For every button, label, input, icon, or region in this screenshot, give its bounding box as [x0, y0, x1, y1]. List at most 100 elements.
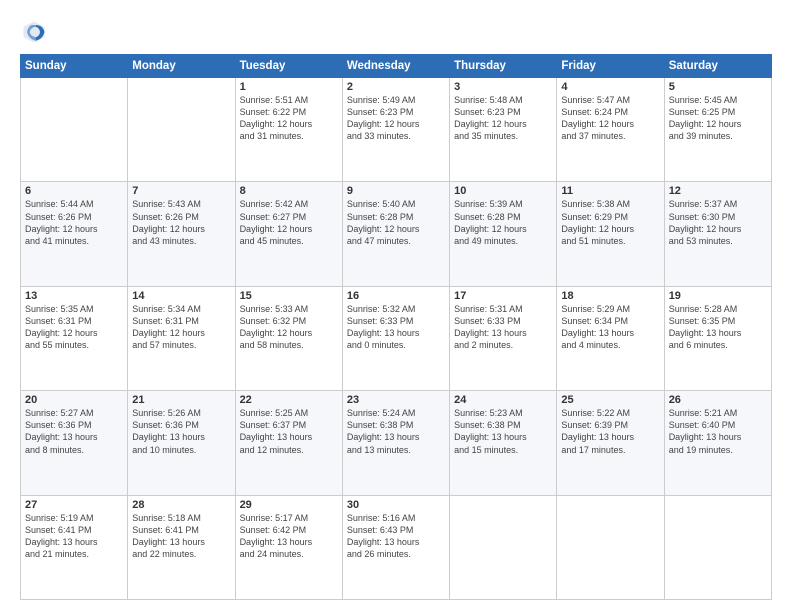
calendar-cell: 6Sunrise: 5:44 AM Sunset: 6:26 PM Daylig… [21, 182, 128, 286]
cell-info-text: Sunrise: 5:49 AM Sunset: 6:23 PM Dayligh… [347, 94, 445, 143]
calendar-header-tuesday: Tuesday [235, 55, 342, 78]
calendar-cell: 15Sunrise: 5:33 AM Sunset: 6:32 PM Dayli… [235, 286, 342, 390]
cell-info-text: Sunrise: 5:47 AM Sunset: 6:24 PM Dayligh… [561, 94, 659, 143]
cell-info-text: Sunrise: 5:38 AM Sunset: 6:29 PM Dayligh… [561, 198, 659, 247]
calendar-cell: 16Sunrise: 5:32 AM Sunset: 6:33 PM Dayli… [342, 286, 449, 390]
calendar-cell [21, 78, 128, 182]
cell-info-text: Sunrise: 5:51 AM Sunset: 6:22 PM Dayligh… [240, 94, 338, 143]
logo [20, 18, 52, 46]
cell-day-number: 23 [347, 394, 445, 406]
cell-info-text: Sunrise: 5:43 AM Sunset: 6:26 PM Dayligh… [132, 198, 230, 247]
cell-info-text: Sunrise: 5:40 AM Sunset: 6:28 PM Dayligh… [347, 198, 445, 247]
header [20, 18, 772, 46]
calendar-header-row: SundayMondayTuesdayWednesdayThursdayFrid… [21, 55, 772, 78]
calendar-cell: 2Sunrise: 5:49 AM Sunset: 6:23 PM Daylig… [342, 78, 449, 182]
cell-info-text: Sunrise: 5:23 AM Sunset: 6:38 PM Dayligh… [454, 407, 552, 456]
cell-day-number: 21 [132, 394, 230, 406]
cell-day-number: 8 [240, 185, 338, 197]
calendar-cell: 30Sunrise: 5:16 AM Sunset: 6:43 PM Dayli… [342, 495, 449, 599]
cell-info-text: Sunrise: 5:33 AM Sunset: 6:32 PM Dayligh… [240, 303, 338, 352]
cell-info-text: Sunrise: 5:25 AM Sunset: 6:37 PM Dayligh… [240, 407, 338, 456]
calendar-cell: 8Sunrise: 5:42 AM Sunset: 6:27 PM Daylig… [235, 182, 342, 286]
calendar-cell [128, 78, 235, 182]
cell-day-number: 27 [25, 499, 123, 511]
cell-info-text: Sunrise: 5:27 AM Sunset: 6:36 PM Dayligh… [25, 407, 123, 456]
cell-day-number: 11 [561, 185, 659, 197]
calendar-cell: 11Sunrise: 5:38 AM Sunset: 6:29 PM Dayli… [557, 182, 664, 286]
calendar-cell: 14Sunrise: 5:34 AM Sunset: 6:31 PM Dayli… [128, 286, 235, 390]
calendar-cell: 18Sunrise: 5:29 AM Sunset: 6:34 PM Dayli… [557, 286, 664, 390]
calendar-cell: 25Sunrise: 5:22 AM Sunset: 6:39 PM Dayli… [557, 391, 664, 495]
calendar-cell: 28Sunrise: 5:18 AM Sunset: 6:41 PM Dayli… [128, 495, 235, 599]
calendar-cell: 3Sunrise: 5:48 AM Sunset: 6:23 PM Daylig… [450, 78, 557, 182]
calendar-cell: 5Sunrise: 5:45 AM Sunset: 6:25 PM Daylig… [664, 78, 771, 182]
calendar-header-sunday: Sunday [21, 55, 128, 78]
cell-day-number: 16 [347, 290, 445, 302]
calendar-cell: 29Sunrise: 5:17 AM Sunset: 6:42 PM Dayli… [235, 495, 342, 599]
cell-info-text: Sunrise: 5:35 AM Sunset: 6:31 PM Dayligh… [25, 303, 123, 352]
cell-info-text: Sunrise: 5:19 AM Sunset: 6:41 PM Dayligh… [25, 512, 123, 561]
cell-info-text: Sunrise: 5:18 AM Sunset: 6:41 PM Dayligh… [132, 512, 230, 561]
cell-day-number: 26 [669, 394, 767, 406]
calendar-cell: 13Sunrise: 5:35 AM Sunset: 6:31 PM Dayli… [21, 286, 128, 390]
cell-info-text: Sunrise: 5:32 AM Sunset: 6:33 PM Dayligh… [347, 303, 445, 352]
calendar-cell: 20Sunrise: 5:27 AM Sunset: 6:36 PM Dayli… [21, 391, 128, 495]
cell-info-text: Sunrise: 5:29 AM Sunset: 6:34 PM Dayligh… [561, 303, 659, 352]
cell-day-number: 20 [25, 394, 123, 406]
calendar-cell [664, 495, 771, 599]
cell-info-text: Sunrise: 5:22 AM Sunset: 6:39 PM Dayligh… [561, 407, 659, 456]
generalblue-icon [20, 18, 48, 46]
calendar-header-thursday: Thursday [450, 55, 557, 78]
calendar-cell: 19Sunrise: 5:28 AM Sunset: 6:35 PM Dayli… [664, 286, 771, 390]
calendar-cell: 1Sunrise: 5:51 AM Sunset: 6:22 PM Daylig… [235, 78, 342, 182]
cell-day-number: 30 [347, 499, 445, 511]
cell-day-number: 12 [669, 185, 767, 197]
calendar-cell: 27Sunrise: 5:19 AM Sunset: 6:41 PM Dayli… [21, 495, 128, 599]
cell-info-text: Sunrise: 5:26 AM Sunset: 6:36 PM Dayligh… [132, 407, 230, 456]
calendar-cell: 12Sunrise: 5:37 AM Sunset: 6:30 PM Dayli… [664, 182, 771, 286]
cell-info-text: Sunrise: 5:16 AM Sunset: 6:43 PM Dayligh… [347, 512, 445, 561]
calendar-header-wednesday: Wednesday [342, 55, 449, 78]
cell-day-number: 29 [240, 499, 338, 511]
calendar-table: SundayMondayTuesdayWednesdayThursdayFrid… [20, 54, 772, 600]
cell-day-number: 3 [454, 81, 552, 93]
calendar-cell [557, 495, 664, 599]
calendar-week-1: 1Sunrise: 5:51 AM Sunset: 6:22 PM Daylig… [21, 78, 772, 182]
cell-info-text: Sunrise: 5:34 AM Sunset: 6:31 PM Dayligh… [132, 303, 230, 352]
calendar-cell: 4Sunrise: 5:47 AM Sunset: 6:24 PM Daylig… [557, 78, 664, 182]
cell-day-number: 28 [132, 499, 230, 511]
calendar-cell: 9Sunrise: 5:40 AM Sunset: 6:28 PM Daylig… [342, 182, 449, 286]
cell-info-text: Sunrise: 5:31 AM Sunset: 6:33 PM Dayligh… [454, 303, 552, 352]
calendar-cell: 7Sunrise: 5:43 AM Sunset: 6:26 PM Daylig… [128, 182, 235, 286]
calendar-header-friday: Friday [557, 55, 664, 78]
cell-day-number: 1 [240, 81, 338, 93]
cell-day-number: 15 [240, 290, 338, 302]
calendar-cell: 21Sunrise: 5:26 AM Sunset: 6:36 PM Dayli… [128, 391, 235, 495]
cell-day-number: 5 [669, 81, 767, 93]
cell-info-text: Sunrise: 5:48 AM Sunset: 6:23 PM Dayligh… [454, 94, 552, 143]
cell-info-text: Sunrise: 5:37 AM Sunset: 6:30 PM Dayligh… [669, 198, 767, 247]
cell-day-number: 25 [561, 394, 659, 406]
page: SundayMondayTuesdayWednesdayThursdayFrid… [0, 0, 792, 612]
calendar-cell: 22Sunrise: 5:25 AM Sunset: 6:37 PM Dayli… [235, 391, 342, 495]
cell-info-text: Sunrise: 5:21 AM Sunset: 6:40 PM Dayligh… [669, 407, 767, 456]
cell-day-number: 2 [347, 81, 445, 93]
cell-info-text: Sunrise: 5:17 AM Sunset: 6:42 PM Dayligh… [240, 512, 338, 561]
calendar-week-4: 20Sunrise: 5:27 AM Sunset: 6:36 PM Dayli… [21, 391, 772, 495]
cell-day-number: 17 [454, 290, 552, 302]
calendar-cell [450, 495, 557, 599]
cell-day-number: 6 [25, 185, 123, 197]
cell-day-number: 9 [347, 185, 445, 197]
cell-info-text: Sunrise: 5:39 AM Sunset: 6:28 PM Dayligh… [454, 198, 552, 247]
cell-info-text: Sunrise: 5:42 AM Sunset: 6:27 PM Dayligh… [240, 198, 338, 247]
calendar-week-2: 6Sunrise: 5:44 AM Sunset: 6:26 PM Daylig… [21, 182, 772, 286]
cell-info-text: Sunrise: 5:28 AM Sunset: 6:35 PM Dayligh… [669, 303, 767, 352]
calendar-cell: 23Sunrise: 5:24 AM Sunset: 6:38 PM Dayli… [342, 391, 449, 495]
calendar-header-monday: Monday [128, 55, 235, 78]
cell-day-number: 18 [561, 290, 659, 302]
calendar-cell: 17Sunrise: 5:31 AM Sunset: 6:33 PM Dayli… [450, 286, 557, 390]
cell-day-number: 22 [240, 394, 338, 406]
cell-info-text: Sunrise: 5:45 AM Sunset: 6:25 PM Dayligh… [669, 94, 767, 143]
cell-info-text: Sunrise: 5:44 AM Sunset: 6:26 PM Dayligh… [25, 198, 123, 247]
calendar-cell: 26Sunrise: 5:21 AM Sunset: 6:40 PM Dayli… [664, 391, 771, 495]
